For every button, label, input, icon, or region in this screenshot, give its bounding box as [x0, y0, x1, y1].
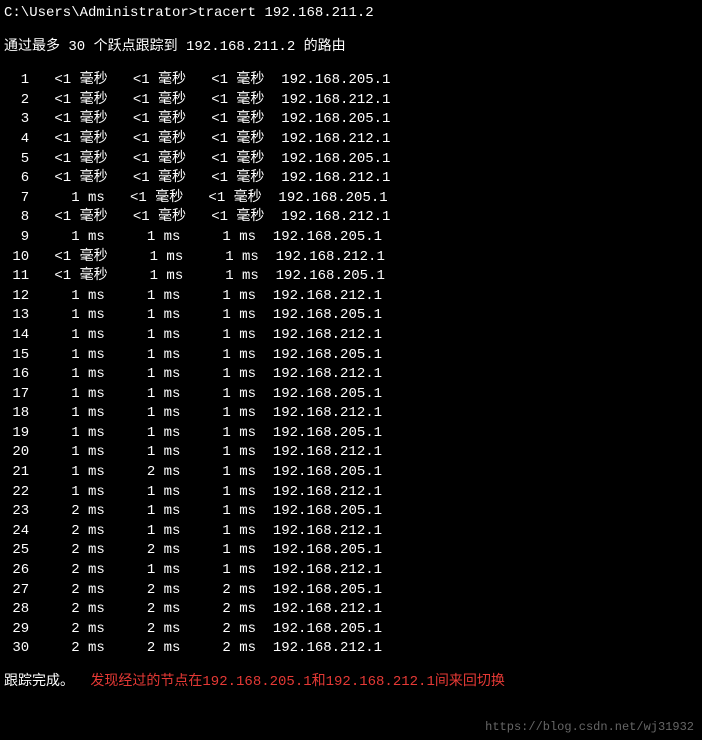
hop-row: 5 <1 毫秒 <1 毫秒 <1 毫秒 192.168.205.1	[4, 150, 698, 170]
hop-row: 12 1 ms 1 ms 1 ms 192.168.212.1	[4, 287, 698, 307]
hop-row: 22 1 ms 1 ms 1 ms 192.168.212.1	[4, 483, 698, 503]
hop-row: 2 <1 毫秒 <1 毫秒 <1 毫秒 192.168.212.1	[4, 91, 698, 111]
hop-row: 30 2 ms 2 ms 2 ms 192.168.212.1	[4, 639, 698, 659]
trace-footer: 跟踪完成。 发现经过的节点在192.168.205.1和192.168.212.…	[4, 673, 698, 693]
hop-row: 29 2 ms 2 ms 2 ms 192.168.205.1	[4, 620, 698, 640]
hop-row: 18 1 ms 1 ms 1 ms 192.168.212.1	[4, 404, 698, 424]
hop-row: 7 1 ms <1 毫秒 <1 毫秒 192.168.205.1	[4, 189, 698, 209]
hop-row: 16 1 ms 1 ms 1 ms 192.168.212.1	[4, 365, 698, 385]
hop-row: 11 <1 毫秒 1 ms 1 ms 192.168.205.1	[4, 267, 698, 287]
hop-row: 28 2 ms 2 ms 2 ms 192.168.212.1	[4, 600, 698, 620]
hop-row: 1 <1 毫秒 <1 毫秒 <1 毫秒 192.168.205.1	[4, 71, 698, 91]
hop-list: 1 <1 毫秒 <1 毫秒 <1 毫秒 192.168.205.1 2 <1 毫…	[4, 71, 698, 659]
hop-row: 8 <1 毫秒 <1 毫秒 <1 毫秒 192.168.212.1	[4, 208, 698, 228]
hop-row: 15 1 ms 1 ms 1 ms 192.168.205.1	[4, 346, 698, 366]
hop-row: 23 2 ms 1 ms 1 ms 192.168.205.1	[4, 502, 698, 522]
hop-row: 27 2 ms 2 ms 2 ms 192.168.205.1	[4, 581, 698, 601]
hop-row: 13 1 ms 1 ms 1 ms 192.168.205.1	[4, 306, 698, 326]
hop-row: 17 1 ms 1 ms 1 ms 192.168.205.1	[4, 385, 698, 405]
hop-row: 26 2 ms 1 ms 1 ms 192.168.212.1	[4, 561, 698, 581]
annotation-text: 发现经过的节点在192.168.205.1和192.168.212.1间来回切换	[90, 674, 504, 690]
trace-header: 通过最多 30 个跃点跟踪到 192.168.211.2 的路由	[4, 38, 698, 58]
hop-row: 10 <1 毫秒 1 ms 1 ms 192.168.212.1	[4, 248, 698, 268]
hop-row: 21 1 ms 2 ms 1 ms 192.168.205.1	[4, 463, 698, 483]
hop-row: 25 2 ms 2 ms 1 ms 192.168.205.1	[4, 541, 698, 561]
hop-row: 9 1 ms 1 ms 1 ms 192.168.205.1	[4, 228, 698, 248]
command-prompt: C:\Users\Administrator>tracert 192.168.2…	[4, 4, 698, 24]
hop-row: 14 1 ms 1 ms 1 ms 192.168.212.1	[4, 326, 698, 346]
hop-row: 24 2 ms 1 ms 1 ms 192.168.212.1	[4, 522, 698, 542]
complete-text: 跟踪完成。	[4, 674, 74, 690]
watermark-text: https://blog.csdn.net/wj31932	[485, 719, 694, 736]
hop-row: 20 1 ms 1 ms 1 ms 192.168.212.1	[4, 443, 698, 463]
hop-row: 19 1 ms 1 ms 1 ms 192.168.205.1	[4, 424, 698, 444]
hop-row: 4 <1 毫秒 <1 毫秒 <1 毫秒 192.168.212.1	[4, 130, 698, 150]
hop-row: 6 <1 毫秒 <1 毫秒 <1 毫秒 192.168.212.1	[4, 169, 698, 189]
hop-row: 3 <1 毫秒 <1 毫秒 <1 毫秒 192.168.205.1	[4, 110, 698, 130]
